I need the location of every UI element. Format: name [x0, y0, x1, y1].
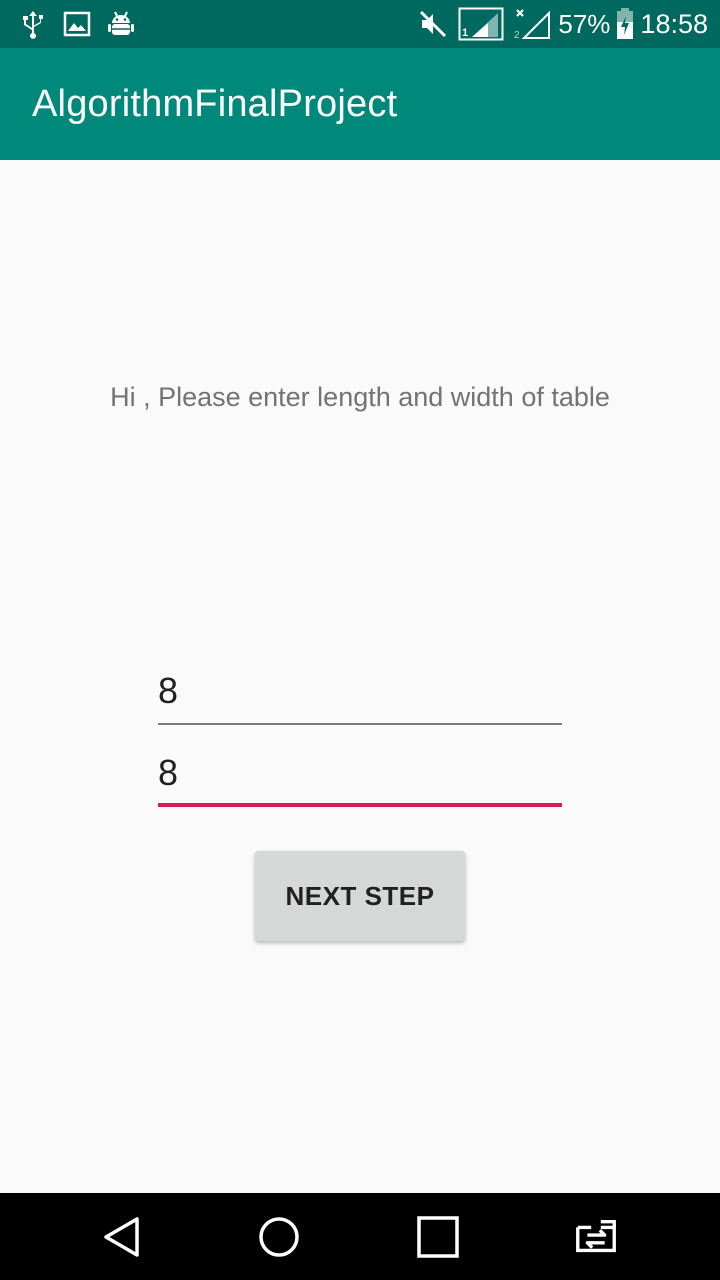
svg-text:1: 1: [462, 27, 468, 39]
battery-percent: 57%: [558, 8, 611, 39]
home-icon[interactable]: [255, 1213, 303, 1261]
app-title: AlgorithmFinalProject: [32, 83, 398, 125]
app-toolbar: AlgorithmFinalProject: [0, 48, 720, 160]
main-content: Hi , Please enter length and width of ta…: [0, 160, 720, 1193]
navigation-bar: [0, 1193, 720, 1280]
android-debug-icon: [106, 9, 136, 39]
status-icons-left: [18, 9, 150, 39]
signal-sim1-icon: 1: [458, 7, 504, 41]
signal-sim2-icon: 2: [512, 7, 552, 41]
recents-icon[interactable]: [414, 1213, 462, 1261]
width-underline: [158, 803, 562, 807]
battery-charging-icon: [616, 8, 634, 40]
length-input[interactable]: [158, 665, 562, 725]
svg-text:2: 2: [514, 30, 520, 41]
length-field[interactable]: [158, 665, 562, 725]
length-underline: [158, 723, 562, 725]
usb-icon: [18, 9, 48, 39]
image-icon: [62, 9, 92, 39]
back-icon[interactable]: [98, 1213, 146, 1261]
width-field[interactable]: [158, 747, 562, 807]
mute-icon: [418, 9, 448, 39]
clock: 18:58: [640, 8, 708, 39]
width-input[interactable]: [158, 747, 562, 807]
next-step-button[interactable]: NEXT STEP: [255, 851, 465, 941]
prompt-text: Hi , Please enter length and width of ta…: [110, 382, 610, 412]
app-switch-icon[interactable]: [572, 1213, 620, 1261]
status-bar: 1 2 57% 18:58: [0, 0, 720, 48]
status-icons-right: 1 2 57% 18:58: [418, 6, 708, 42]
